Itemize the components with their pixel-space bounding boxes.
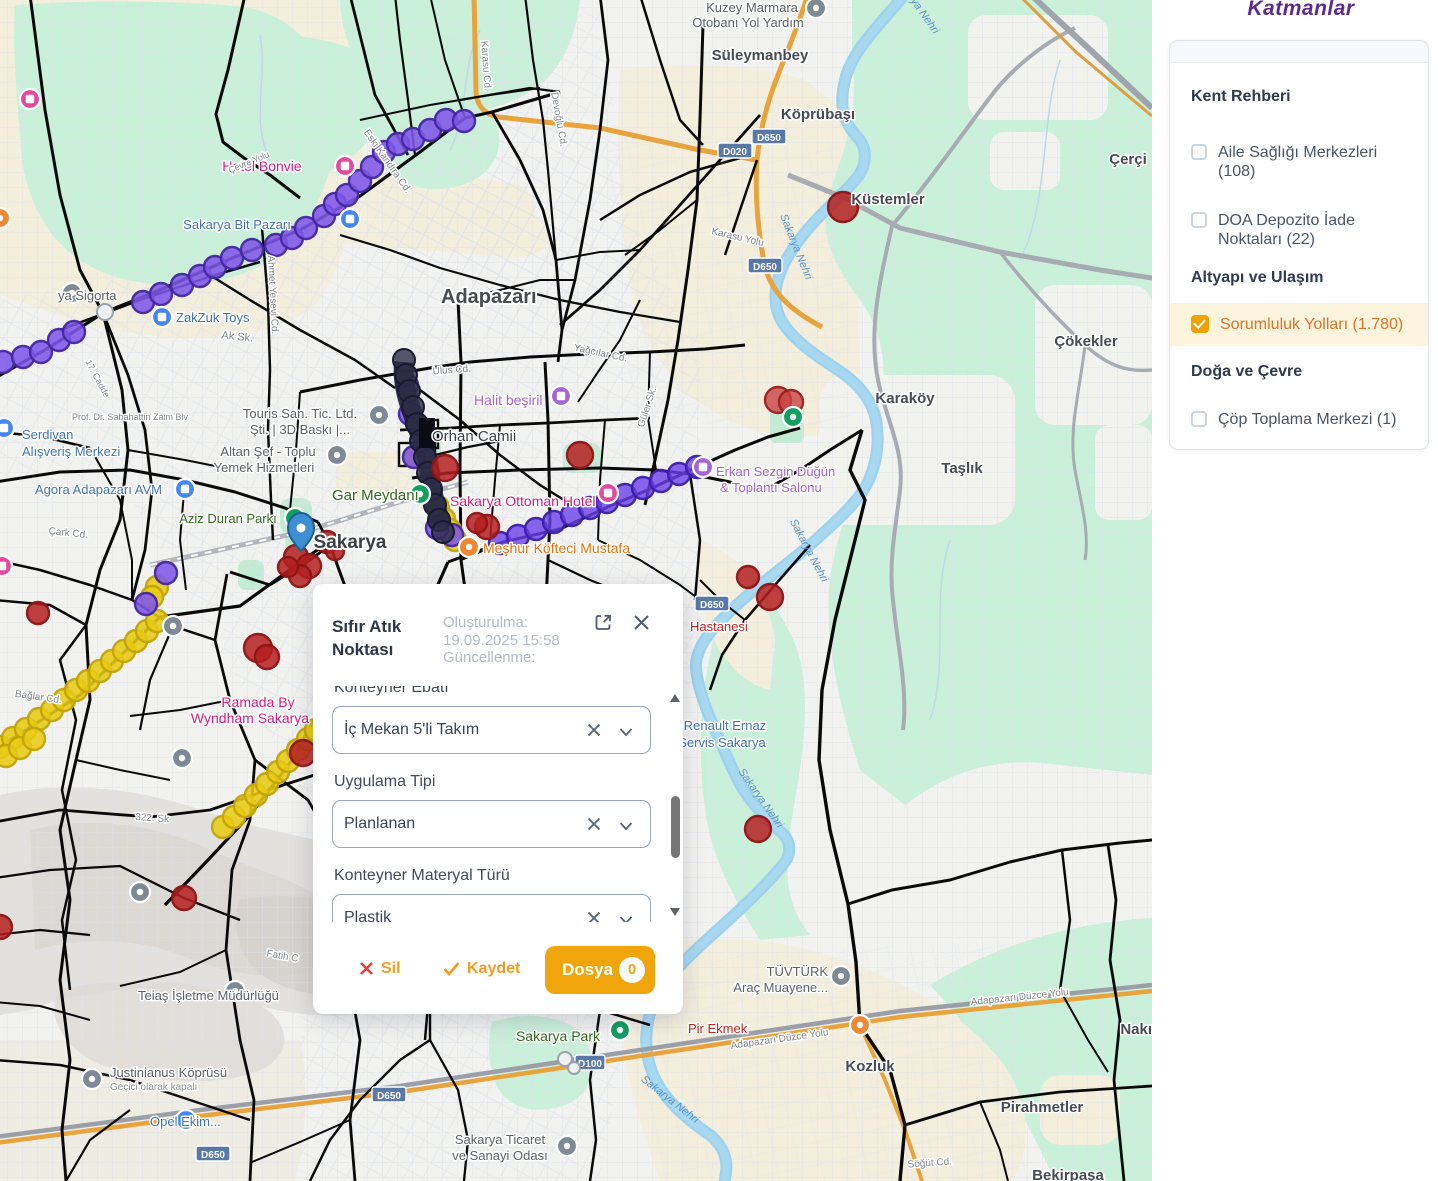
svg-text:Sakarya Park: Sakarya Park: [516, 1028, 601, 1044]
svg-text:D020: D020: [723, 147, 747, 158]
svg-text:Touris San. Tic. Ltd.: Touris San. Tic. Ltd.: [243, 406, 357, 421]
svg-text:D650: D650: [700, 600, 724, 611]
svg-text:D100: D100: [578, 1059, 602, 1070]
svg-text:Wyndham Sakarya: Wyndham Sakarya: [191, 710, 309, 726]
svg-text:Otobanı Yol Yardım: Otobanı Yol Yardım: [692, 15, 804, 30]
svg-text:ve Sanayi Odası: ve Sanayi Odası: [452, 1148, 547, 1163]
svg-text:Kuzey Marmara: Kuzey Marmara: [706, 0, 799, 15]
svg-text:Yemek Hizmetleri: Yemek Hizmetleri: [214, 460, 315, 475]
svg-text:Sakarya Ticaret: Sakarya Ticaret: [455, 1132, 546, 1147]
svg-text:Sakarya Ottoman Hotel: Sakarya Ottoman Hotel: [450, 493, 596, 509]
svg-text:Ramada By: Ramada By: [221, 694, 294, 710]
svg-text:Gar Meydanı: Gar Meydanı: [332, 487, 419, 504]
svg-text:Çerçi: Çerçi: [1109, 151, 1147, 168]
svg-text:Karaköy: Karaköy: [875, 390, 935, 407]
svg-text:Kozluk: Kozluk: [845, 1058, 895, 1075]
svg-text:Teiaş İşletme Müdürlüğü: Teiaş İşletme Müdürlüğü: [138, 988, 279, 1003]
svg-text:Servis Sakarya: Servis Sakarya: [678, 735, 766, 750]
svg-text:Küstemler: Küstemler: [851, 191, 925, 208]
svg-text:Bekirpaşa: Bekirpaşa: [1032, 1167, 1104, 1181]
svg-text:Nakı: Nakı: [1120, 1021, 1152, 1038]
svg-text:Erkan Sezgin Düğün: Erkan Sezgin Düğün: [716, 464, 835, 479]
svg-text:Alışveriş Merkezi: Alışveriş Merkezi: [22, 444, 120, 459]
svg-text:TÜVTÜRK: TÜVTÜRK: [767, 964, 829, 979]
svg-text:Taşlık: Taşlık: [941, 460, 983, 477]
svg-text:Sakarya Bit Pazarı: Sakarya Bit Pazarı: [183, 217, 291, 232]
svg-text:Altan Şef - Toplu: Altan Şef - Toplu: [220, 444, 315, 459]
svg-text:Araç Muayene...: Araç Muayene...: [733, 980, 828, 995]
svg-text:Prof. Dr. Sabahattin Zaim Blv: Prof. Dr. Sabahattin Zaim Blv: [72, 412, 189, 422]
svg-text:Çökekler: Çökekler: [1054, 333, 1118, 350]
svg-text:Opel Ekim...: Opel Ekim...: [150, 1114, 221, 1129]
svg-text:Agora Adapazarı AVM: Agora Adapazarı AVM: [35, 482, 162, 497]
svg-text:D650: D650: [201, 1150, 225, 1161]
svg-text:Köprübaşı: Köprübaşı: [781, 106, 855, 123]
svg-text:D650: D650: [753, 262, 777, 273]
svg-text:Justinianus Köprüsü: Justinianus Köprüsü: [110, 1065, 227, 1080]
svg-text:Geçici olarak kapalı: Geçici olarak kapalı: [110, 1082, 197, 1093]
svg-text:Meşhur Köfteci Mustafa: Meşhur Köfteci Mustafa: [483, 540, 630, 556]
svg-text:Pir Ekmek: Pir Ekmek: [688, 1021, 748, 1036]
svg-text:D650: D650: [377, 1091, 401, 1102]
svg-text:& Toplantı Salonu: & Toplantı Salonu: [720, 480, 822, 495]
svg-text:Renault Ernaz: Renault Ernaz: [684, 718, 766, 733]
svg-text:D650: D650: [757, 133, 781, 144]
svg-text:Adapazarı: Adapazarı: [441, 286, 537, 308]
svg-text:ya Sigorta: ya Sigorta: [58, 288, 117, 303]
svg-text:Orhan Camii: Orhan Camii: [432, 428, 516, 445]
svg-text:Halit beşiril: Halit beşiril: [474, 392, 542, 408]
svg-text:Serdivan: Serdivan: [22, 427, 73, 442]
svg-text:Süleymanbey: Süleymanbey: [712, 47, 809, 64]
svg-text:Aziz Duran Parkı: Aziz Duran Parkı: [179, 511, 277, 526]
svg-text:ZakZuk Toys: ZakZuk Toys: [176, 310, 250, 325]
svg-text:Hastanesi: Hastanesi: [690, 619, 748, 634]
svg-text:Sakarya: Sakarya: [314, 532, 387, 553]
svg-text:Pirahmetler: Pirahmetler: [1001, 1099, 1084, 1116]
svg-text:Şti. | 3D Baskı |...: Şti. | 3D Baskı |...: [250, 422, 350, 437]
